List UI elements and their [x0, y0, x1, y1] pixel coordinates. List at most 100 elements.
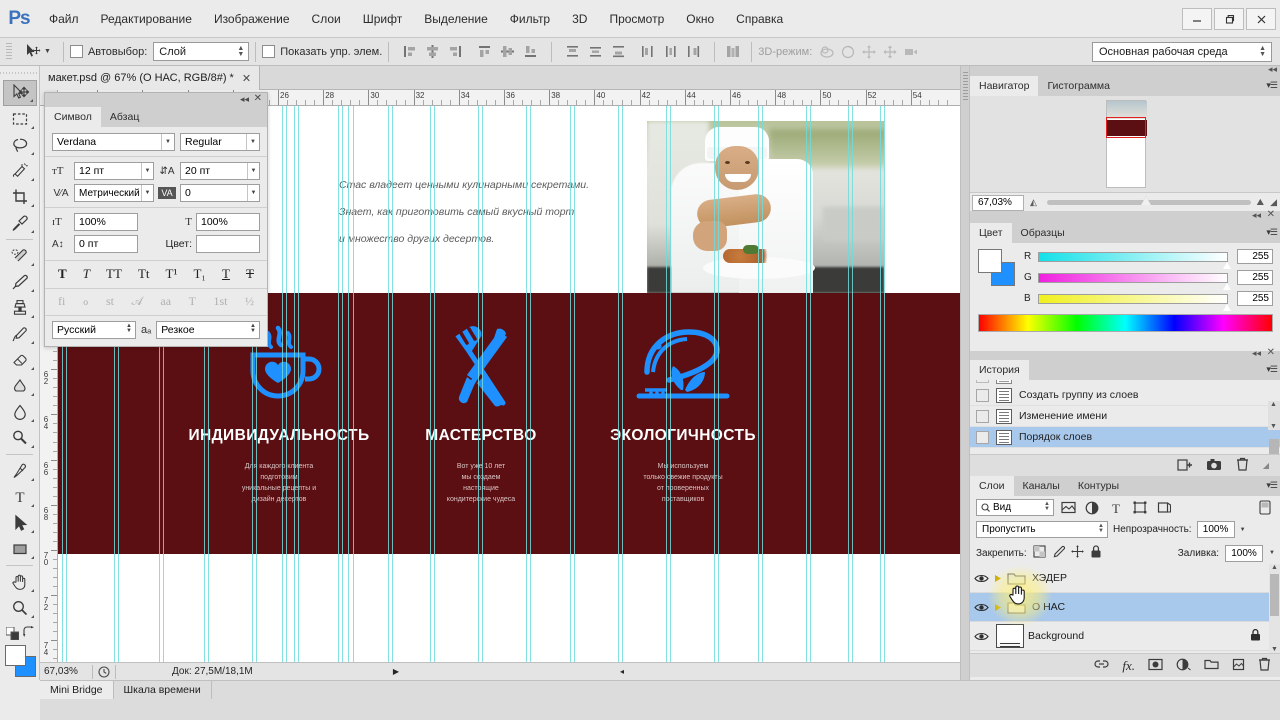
menu-item-редактирование[interactable]: Редактирование: [90, 9, 203, 29]
history-snapshot-box[interactable]: [976, 430, 989, 444]
history-item[interactable]: Порядок слоев: [970, 427, 1280, 448]
slider-thumb[interactable]: [1223, 303, 1231, 311]
menu-item-изображение[interactable]: Изображение: [203, 9, 301, 29]
filter-adjustment-icon[interactable]: [1082, 498, 1102, 517]
feature-column-3[interactable]: ЭКОЛОГИЧНОСТЬ Мы используем только свежие…: [568, 313, 798, 505]
pen-tool[interactable]: [3, 458, 37, 484]
layer-thumbnail[interactable]: [996, 624, 1024, 648]
layer-visibility-icon[interactable]: [970, 631, 992, 642]
dock-rail[interactable]: [961, 66, 970, 680]
group-expand-arrow[interactable]: [992, 603, 1004, 612]
move-tool-preset[interactable]: ▼: [18, 43, 57, 60]
status-expand-arrow[interactable]: ▶: [389, 667, 403, 676]
healing-brush-tool[interactable]: [3, 243, 37, 269]
chevron-down-icon[interactable]: ▼: [1240, 527, 1246, 533]
opentype-button-6[interactable]: 1st: [213, 294, 227, 309]
layers-list[interactable]: ХЭДЕР О НАС Background ▲ ▼: [970, 564, 1280, 653]
status-zoom-value[interactable]: 67,03%: [40, 666, 92, 677]
slider-thumb[interactable]: [1223, 261, 1231, 269]
show-transform-controls-checkbox[interactable]: [262, 45, 276, 58]
navigator-zoom-slider[interactable]: [1046, 196, 1251, 205]
distribute-horizontal-centers-button[interactable]: [660, 42, 681, 62]
opentype-button-4[interactable]: aa: [160, 294, 171, 309]
menu-item-выделение[interactable]: Выделение: [413, 9, 499, 29]
layers-tab-0[interactable]: Слои: [970, 476, 1014, 496]
opentype-button-3[interactable]: 𝒜: [132, 294, 143, 309]
history-panel-titlebar[interactable]: ◂◂ ✕: [970, 347, 1280, 360]
rectangle-tool[interactable]: [3, 536, 37, 562]
three-d-orbit-icon[interactable]: [816, 42, 837, 62]
fill-value[interactable]: 100%: [1225, 544, 1264, 562]
dodge-tool[interactable]: [3, 425, 37, 451]
scroll-down-arrow[interactable]: ▼: [1271, 646, 1278, 653]
menu-item-окно[interactable]: Окно: [675, 9, 725, 29]
filter-pixel-icon[interactable]: [1058, 498, 1078, 517]
autoselect-scope-select[interactable]: Слой ▲ ▼: [153, 42, 250, 61]
type-tool[interactable]: T: [3, 484, 37, 510]
link-icon[interactable]: [1094, 658, 1109, 673]
color-spectrum-bar[interactable]: [978, 314, 1273, 332]
path-selection-tool[interactable]: [3, 510, 37, 536]
new-snapshot-icon[interactable]: [1206, 458, 1222, 474]
resize-grip-icon[interactable]: ◢: [1263, 461, 1269, 470]
chevron-down-icon[interactable]: ▼: [247, 185, 259, 201]
panel-menu-icon[interactable]: ▾☰: [1266, 364, 1278, 375]
align-bottom-edges-button[interactable]: [520, 42, 541, 62]
new-document-from-state-icon[interactable]: [1177, 458, 1192, 474]
layer-visibility-icon[interactable]: [970, 602, 992, 613]
font-style-select[interactable]: Regular ▼: [180, 133, 260, 151]
navigator-view-box[interactable]: [1105, 117, 1146, 138]
panel-menu-icon[interactable]: ▾☰: [1266, 227, 1278, 238]
about-text-block[interactable]: Стас владеет ценными кулинарными секрета…: [339, 172, 669, 253]
lock-position-icon[interactable]: [1070, 545, 1084, 561]
navigator-tab-1[interactable]: Гистограмма: [1038, 76, 1119, 96]
menu-item-файл[interactable]: Файл: [38, 9, 90, 29]
baseline-shift-input[interactable]: 0 пт: [74, 235, 138, 253]
color-channel-value[interactable]: 255: [1237, 249, 1273, 264]
bottom-tab[interactable]: Mini Bridge: [40, 681, 114, 699]
menu-item-просмотр[interactable]: Просмотр: [598, 9, 675, 29]
layer-row[interactable]: Background: [970, 622, 1280, 651]
new-layer-icon[interactable]: [1232, 658, 1245, 674]
three-d-roll-icon[interactable]: [837, 42, 858, 62]
text-color-swatch[interactable]: [196, 235, 260, 253]
auto-align-layers-button[interactable]: [721, 42, 745, 62]
autoselect-checkbox[interactable]: [69, 45, 83, 58]
three-d-slide-icon[interactable]: [879, 42, 900, 62]
dock-rail-grip[interactable]: [962, 72, 968, 102]
align-left-edges-button[interactable]: [399, 42, 420, 62]
history-item-partial[interactable]: [970, 380, 1280, 385]
document-tab[interactable]: макет.psd @ 67% (О НАС, RGB/8#) * ✕: [40, 66, 261, 90]
color-tab-1[interactable]: Образцы: [1011, 223, 1074, 243]
distribute-vertical-centers-button[interactable]: [585, 42, 606, 62]
quick-selection-tool[interactable]: [3, 158, 37, 184]
navigator-tab-0[interactable]: Навигатор: [970, 76, 1039, 96]
toolbox-grip[interactable]: [0, 68, 39, 78]
filter-shape-icon[interactable]: [1130, 498, 1150, 517]
collapse-icon[interactable]: ◂◂: [1252, 210, 1261, 221]
delete-icon[interactable]: [1236, 457, 1249, 474]
filter-type-icon[interactable]: T: [1106, 498, 1126, 517]
color-channel-slider[interactable]: [1038, 251, 1231, 269]
color-channel-value[interactable]: 255: [1237, 291, 1273, 306]
color-panel-titlebar[interactable]: ◂◂ ✕: [970, 209, 1280, 223]
collapse-icon[interactable]: ◂◂: [1268, 64, 1277, 75]
font-family-select[interactable]: Verdana ▼: [52, 133, 175, 151]
color-channel-value[interactable]: 255: [1237, 270, 1273, 285]
brush-tool[interactable]: [3, 269, 37, 295]
lock-all-icon[interactable]: [1090, 545, 1102, 561]
language-select[interactable]: Русский ▲ ▼: [52, 321, 136, 339]
eyedropper-tool[interactable]: [3, 210, 37, 236]
history-snapshot-box[interactable]: [976, 388, 989, 402]
color-channel-slider[interactable]: [1038, 272, 1231, 290]
fx-icon[interactable]: fx.: [1122, 658, 1135, 674]
history-scrollbar[interactable]: ▲ ▼: [1268, 401, 1280, 454]
type-style-button-7[interactable]: T: [246, 266, 254, 282]
adjustment-icon[interactable]: [1176, 658, 1191, 674]
folder-icon[interactable]: [1204, 658, 1219, 673]
hand-tool[interactable]: [3, 569, 37, 595]
resize-grip-icon[interactable]: ◢: [1270, 197, 1277, 208]
layers-scrollbar[interactable]: ▲ ▼: [1269, 564, 1280, 653]
history-list[interactable]: Создать группу из слоев Изменение имени По…: [970, 380, 1280, 454]
crop-tool[interactable]: [3, 184, 37, 210]
